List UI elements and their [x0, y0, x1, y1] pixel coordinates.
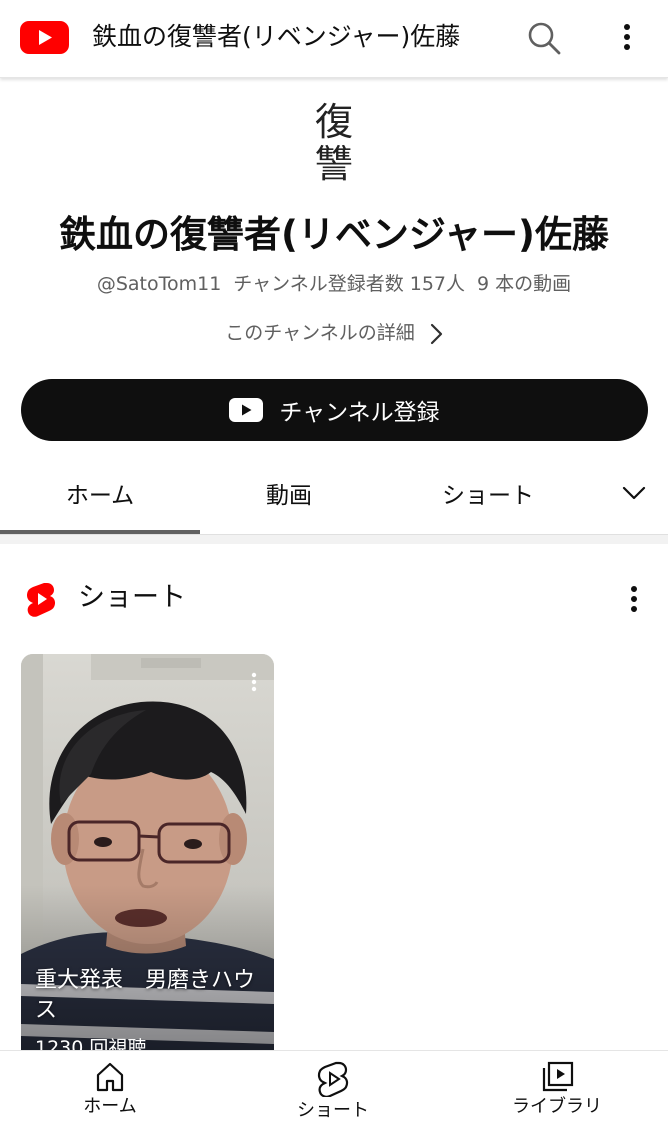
channel-handle: @SatoTom11: [96, 273, 222, 295]
nav-shorts-label: ショート: [297, 1100, 369, 1121]
tab-shorts[interactable]: ショート: [378, 456, 598, 530]
youtube-logo-icon[interactable]: [20, 21, 69, 54]
nav-shorts[interactable]: ショート: [283, 1051, 383, 1136]
chevron-down-icon: [622, 486, 646, 500]
channel-title: 鉄血の復讐者(リベンジャー)佐藤: [92, 22, 461, 51]
chevron-right-icon: [430, 323, 442, 344]
nav-library[interactable]: ライブラリ: [495, 1051, 619, 1136]
channel-about-link[interactable]: このチャンネルの詳細: [0, 318, 668, 348]
more-vert-icon[interactable]: [612, 20, 642, 56]
bottom-navigation: ホーム ショート ライブラリ: [0, 1050, 668, 1135]
short-title: 重大発表 男磨きハウス: [35, 968, 256, 1023]
short-more-icon[interactable]: [244, 670, 264, 694]
subscriber-count: チャンネル登録者数 157人: [233, 273, 466, 295]
channel-name: 鉄血の復讐者(リベンジャー)佐藤: [59, 213, 609, 256]
top-app-bar: 鉄血の復讐者(リベンジャー)佐藤: [0, 0, 668, 78]
video-count: 9 本の動画: [477, 273, 572, 295]
subscribe-label: チャンネル登録: [279, 400, 440, 426]
tab-home[interactable]: ホーム: [0, 456, 200, 530]
shorts-logo-icon: [27, 583, 56, 617]
nav-library-label: ライブラリ: [512, 1096, 602, 1117]
avatar-char: 讐: [314, 142, 353, 186]
channel-about-label: このチャンネルの詳細: [225, 322, 415, 344]
search-icon[interactable]: [526, 20, 562, 56]
library-icon: [542, 1061, 574, 1092]
avatar-char: 復: [314, 100, 353, 144]
tabs-expand-button[interactable]: [600, 456, 668, 530]
home-icon: [96, 1062, 124, 1092]
section-divider: [0, 534, 668, 544]
shelf-title: ショート: [78, 582, 186, 613]
shelf-more-icon[interactable]: [620, 582, 648, 618]
channel-tabs: ホーム 動画 ショート: [0, 456, 668, 534]
subscribe-button[interactable]: チャンネル登録: [21, 379, 648, 441]
nav-home-label: ホーム: [83, 1096, 137, 1117]
youtube-play-icon: [229, 398, 264, 422]
channel-avatar[interactable]: 復 讐: [287, 96, 381, 190]
nav-home[interactable]: ホーム: [60, 1051, 160, 1136]
tab-videos[interactable]: 動画: [200, 456, 378, 530]
channel-meta: @SatoTom11 チャンネル登録者数 157人 9 本の動画: [0, 270, 668, 298]
shorts-icon: [317, 1061, 349, 1097]
